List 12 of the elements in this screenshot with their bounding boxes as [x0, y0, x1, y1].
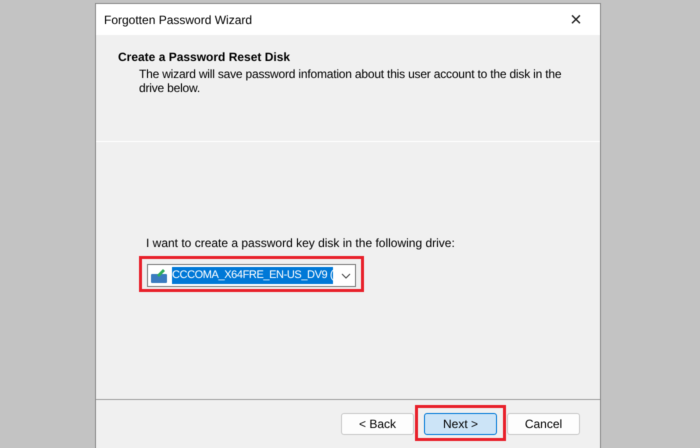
drive-icon [151, 268, 168, 283]
step-description: The wizard will save password infomation about this user account to the disk in the drive below. [138, 67, 562, 95]
drive-dropdown[interactable]: CCCOMA_X64FRE_EN-US_DV9 ( [147, 264, 356, 287]
wizard-button[interactable]: < Back [341, 413, 414, 435]
window-title: Forgotten Password Wizard [104, 12, 252, 28]
wizard-button[interactable]: Next > [424, 413, 497, 435]
wizard-button[interactable]: Cancel [507, 413, 580, 435]
drive-prompt: I want to create a password key disk in the following drive: [146, 235, 456, 252]
step-title: Create a Password Reset Disk [118, 49, 292, 66]
chevron-down-icon [341, 272, 351, 278]
drive-name: CCCOMA_X64FRE_EN-US_DV9 ( [172, 267, 334, 284]
close-button[interactable]: × [554, 6, 598, 34]
